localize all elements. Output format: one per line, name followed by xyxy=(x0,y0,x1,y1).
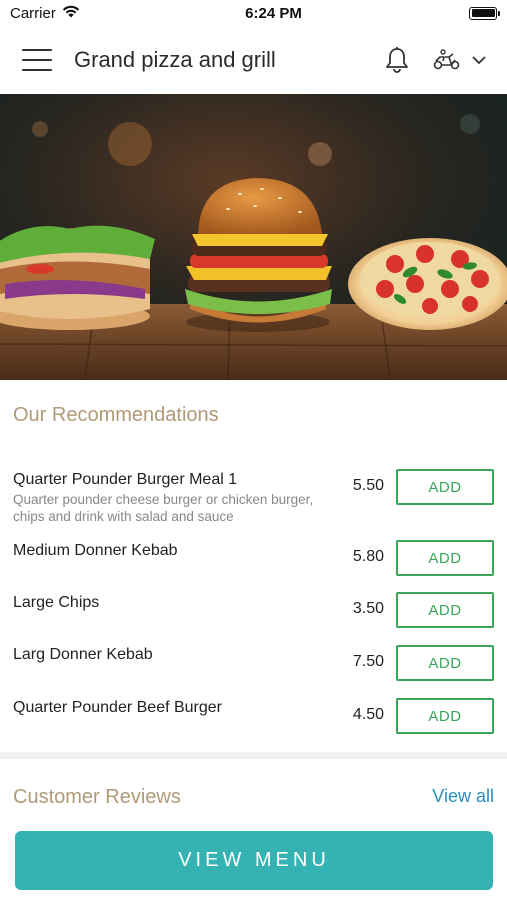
status-time: 6:24 PM xyxy=(245,4,302,22)
item-description: Quarter pounder cheese burger or chicken… xyxy=(13,492,314,524)
item-price: 5.80 xyxy=(352,548,384,565)
add-button[interactable]: ADD xyxy=(396,592,494,628)
item-price: 7.50 xyxy=(352,653,384,670)
add-button[interactable]: ADD xyxy=(396,469,494,505)
item-name: Quarter Pounder Beef Burger xyxy=(13,699,223,716)
app-header: Grand pizza and grill xyxy=(0,28,507,92)
item-name: Larg Donner Kebab xyxy=(13,646,153,663)
view-all-link[interactable]: View all xyxy=(432,786,494,807)
status-right xyxy=(347,6,500,20)
status-left: Carrier xyxy=(10,5,160,22)
recommendations-title: Our Recommendations xyxy=(13,404,219,426)
food-banner-image xyxy=(0,94,507,380)
item-price: 3.50 xyxy=(352,600,384,617)
hero-banner xyxy=(0,94,507,380)
delivery-scooter-icon[interactable] xyxy=(431,44,463,76)
chevron-down-icon[interactable] xyxy=(469,50,489,70)
page-title: Grand pizza and grill xyxy=(74,47,276,72)
item-price: 4.50 xyxy=(352,706,384,723)
view-menu-button[interactable]: VIEW MENU xyxy=(15,831,493,890)
item-name: Medium Donner Kebab xyxy=(13,542,178,559)
wifi-icon xyxy=(62,5,80,22)
carrier-label: Carrier xyxy=(10,4,56,22)
menu-icon[interactable] xyxy=(22,49,52,71)
item-name: Quarter Pounder Burger Meal 1 xyxy=(13,471,238,488)
status-bar: Carrier 6:24 PM xyxy=(0,0,507,26)
add-button[interactable]: ADD xyxy=(396,645,494,681)
reviews-title: Customer Reviews xyxy=(13,786,181,808)
header-actions xyxy=(381,44,489,76)
bell-icon[interactable] xyxy=(381,44,413,76)
battery-icon xyxy=(469,6,500,20)
item-price: 5.50 xyxy=(352,477,384,494)
add-button[interactable]: ADD xyxy=(396,540,494,576)
item-name: Large Chips xyxy=(13,594,100,611)
section-divider xyxy=(0,752,507,759)
add-button[interactable]: ADD xyxy=(396,698,494,734)
